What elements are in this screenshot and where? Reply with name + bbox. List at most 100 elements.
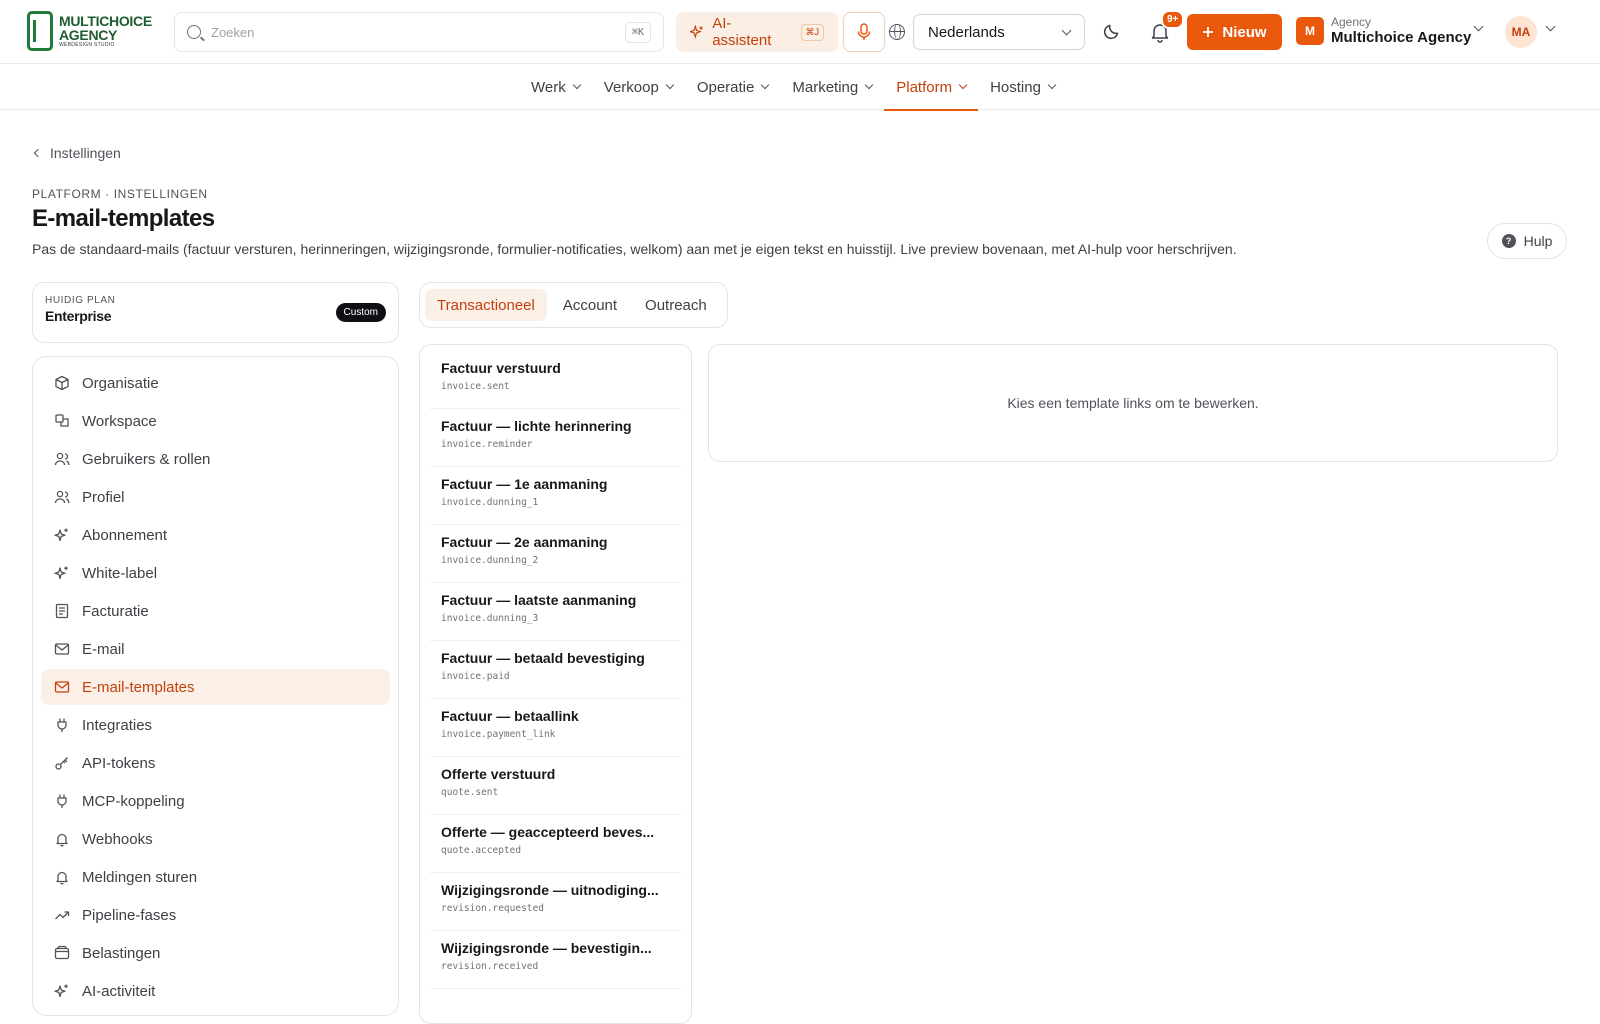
page-eyebrow: PLATFORM · INSTELLINGEN (32, 187, 208, 201)
ai-assistant-button[interactable]: AI-assistent ⌘J (676, 12, 838, 52)
help-button-label: Hulp (1523, 233, 1553, 249)
sidebar-item-integraties[interactable]: Integraties (41, 707, 390, 743)
template-list: Factuur verstuurd invoice.sent Factuur — … (419, 344, 692, 1024)
bell-icon (54, 831, 70, 847)
sidebar-item-e-mail-templates[interactable]: E-mail-templates (41, 669, 390, 705)
template-key: invoice.payment_link (441, 729, 556, 740)
sidebar-item-api-tokens[interactable]: API-tokens (41, 745, 390, 781)
new-button-label: Nieuw (1222, 23, 1267, 41)
page-title: E-mail-templates (32, 205, 215, 232)
top-bar: MULTICHOICE AGENCY WEBDESIGN STUDIO ⌘K A… (0, 0, 1600, 64)
org-type: Agency (1331, 15, 1372, 29)
list-item[interactable]: Wijzigingsronde — uitnodiging... revision… (430, 873, 681, 931)
logo-line2: AGENCY (59, 27, 118, 43)
key-icon (54, 755, 70, 771)
template-key: invoice.sent (441, 381, 510, 392)
nav-item-marketing[interactable]: Marketing (780, 64, 884, 110)
sidebar-item-organisatie[interactable]: Organisatie (41, 365, 390, 401)
list-item[interactable]: Offerte verstuurd quote.sent (430, 757, 681, 815)
template-editor-empty: Kies een template links om te bewerken. (708, 344, 1558, 462)
mail-icon (54, 679, 70, 695)
wallet-icon (54, 945, 70, 961)
nav-item-werk[interactable]: Werk (519, 64, 592, 110)
sidebar-item-mcp-koppeling[interactable]: MCP-koppeling (41, 783, 390, 819)
sparkle-icon (690, 24, 703, 39)
moon-icon[interactable] (1103, 22, 1121, 40)
ai-shortcut: ⌘J (800, 23, 824, 41)
editor-empty-message: Kies een template links om te bewerken. (1007, 395, 1259, 411)
page-description: Pas de standaard-mails (factuur versture… (32, 241, 1237, 257)
org-name: Multichoice Agency (1331, 29, 1472, 47)
plan-badge: Custom (335, 303, 386, 322)
template-category-tabs: Transactioneel Account Outreach (419, 282, 728, 328)
logo-line1: MULTICHOICE (59, 13, 152, 29)
list-item[interactable]: Wijzigingsronde — bevestigin... revision.… (430, 931, 681, 989)
back-link-label: Instellingen (50, 145, 121, 161)
template-name: Factuur verstuurd (441, 360, 561, 376)
logo-mark-icon (27, 11, 53, 51)
language-value: Nederlands (928, 23, 1005, 41)
microphone-button[interactable] (843, 12, 885, 52)
template-key: invoice.dunning_1 (441, 497, 539, 508)
list-item[interactable]: Factuur — 2e aanmaning invoice.dunning_2 (430, 525, 681, 583)
nav-item-platform[interactable]: Platform (884, 64, 978, 111)
main-nav: Werk Verkoop Operatie Marketing Platform… (0, 64, 1600, 111)
org-switcher[interactable]: Agency Multichoice Agency (1331, 15, 1471, 47)
org-avatar[interactable]: M (1296, 17, 1324, 45)
sidebar-item-workspace[interactable]: Workspace (41, 403, 390, 439)
list-item[interactable]: Factuur verstuurd invoice.sent (430, 351, 681, 409)
trend-icon (54, 907, 70, 923)
sidebar-item-gebruikers-rollen[interactable]: Gebruikers & rollen (41, 441, 390, 477)
sidebar-item-e-mail[interactable]: E-mail (41, 631, 390, 667)
help-button[interactable]: ? Hulp (1487, 223, 1567, 259)
list-item[interactable]: Offerte — geaccepteerd beves... quote.acc… (430, 815, 681, 873)
sparkle-icon (54, 565, 70, 581)
list-item[interactable]: Factuur — betaald bevestiging invoice.pai… (430, 641, 681, 699)
plan-label: HUIDIG PLAN (45, 295, 116, 306)
tab-outreach[interactable]: Outreach (633, 289, 719, 321)
plug-icon (54, 793, 70, 809)
user-avatar[interactable]: MA (1505, 16, 1537, 48)
sidebar-item-belastingen[interactable]: Belastingen (41, 935, 390, 971)
list-item[interactable]: Factuur — laatste aanmaning invoice.dunni… (430, 583, 681, 641)
chevron-left-icon (33, 148, 43, 158)
template-name: Offerte — geaccepteerd beves... (441, 824, 655, 840)
sidebar-item-profiel[interactable]: Profiel (41, 479, 390, 515)
sidebar-item-pipeline-fases[interactable]: Pipeline-fases (41, 897, 390, 933)
plug-icon (54, 717, 70, 733)
sidebar-item-ai-activiteit[interactable]: AI-activiteit (41, 973, 390, 1009)
sidebar-item-abonnement[interactable]: Abonnement (41, 517, 390, 553)
list-item[interactable]: Factuur — 1e aanmaning invoice.dunning_1 (430, 467, 681, 525)
tab-account[interactable]: Account (551, 289, 629, 321)
template-name: Factuur — betaald bevestiging (441, 650, 645, 666)
nav-item-operatie[interactable]: Operatie (685, 64, 781, 110)
chevron-down-icon[interactable] (1545, 21, 1556, 32)
settings-sidebar: Organisatie Workspace Gebruikers & rolle… (32, 356, 399, 1016)
template-key: invoice.paid (441, 671, 510, 682)
list-item[interactable]: Factuur — betaallink invoice.payment_link (430, 699, 681, 757)
new-button[interactable]: Nieuw (1187, 14, 1282, 50)
language-select[interactable]: Nederlands (913, 14, 1085, 50)
template-name: Factuur — laatste aanmaning (441, 592, 637, 608)
nav-item-hosting[interactable]: Hosting (978, 64, 1067, 110)
template-name: Offerte verstuurd (441, 766, 556, 782)
list-item[interactable]: Factuur — lichte herinnering invoice.remi… (430, 409, 681, 467)
back-link[interactable]: Instellingen (33, 145, 121, 161)
template-name: Wijzigingsronde — bevestigin... (441, 940, 652, 956)
search-box[interactable]: ⌘K (174, 12, 664, 52)
chevron-down-icon (1047, 80, 1057, 90)
logo[interactable]: MULTICHOICE AGENCY WEBDESIGN STUDIO (27, 11, 152, 51)
sparkle-icon (54, 527, 70, 543)
template-key: revision.requested (441, 903, 544, 914)
sidebar-item-white-label[interactable]: White-label (41, 555, 390, 591)
sidebar-item-facturatie[interactable]: Facturatie (41, 593, 390, 629)
sidebar-item-meldingen-sturen[interactable]: Meldingen sturen (41, 859, 390, 895)
search-input[interactable] (211, 24, 625, 40)
tab-transactioneel[interactable]: Transactioneel (425, 289, 547, 321)
sidebar-item-webhooks[interactable]: Webhooks (41, 821, 390, 857)
chevron-down-icon[interactable] (1473, 21, 1484, 32)
nav-item-verkoop[interactable]: Verkoop (592, 64, 685, 110)
template-key: quote.accepted (441, 845, 522, 856)
template-key: revision.received (441, 961, 539, 972)
cube-icon (54, 375, 70, 391)
